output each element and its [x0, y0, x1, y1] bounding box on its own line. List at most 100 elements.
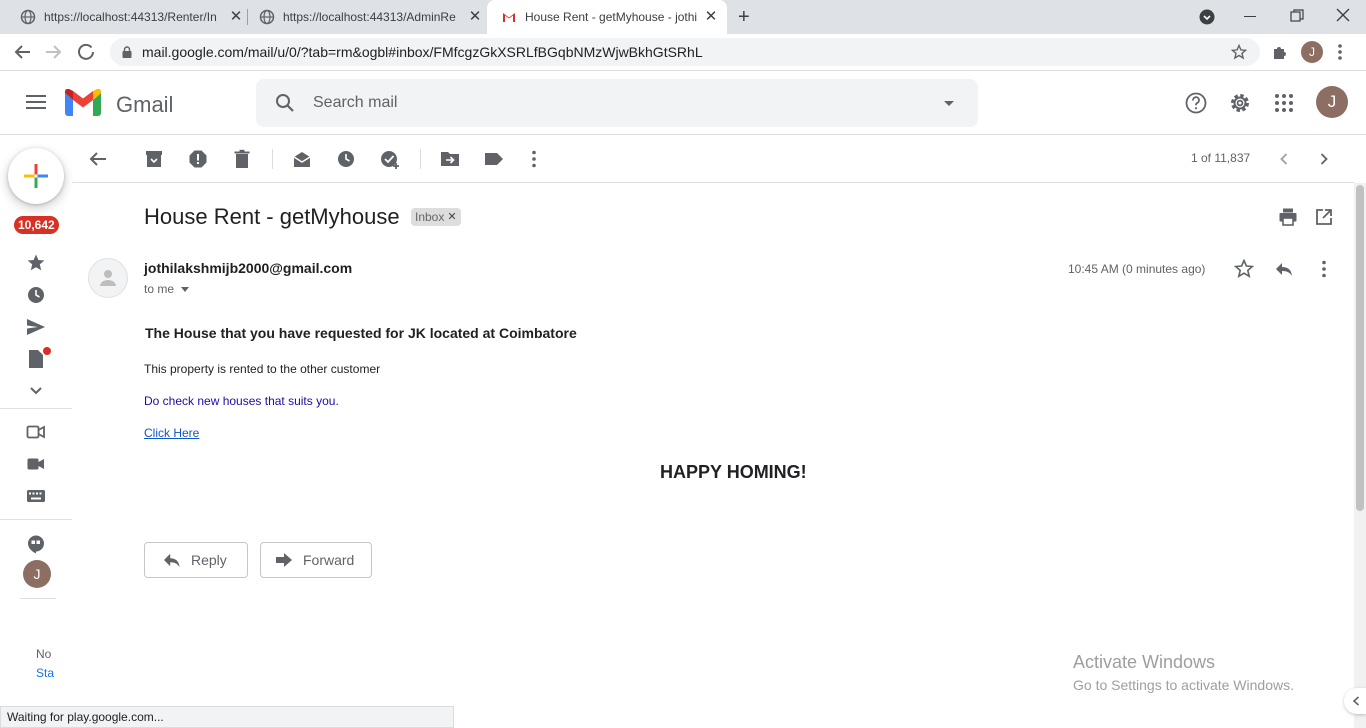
starred-icon[interactable] [26, 253, 46, 273]
back-to-inbox-icon[interactable] [88, 149, 108, 169]
email-body-closing: HAPPY HOMING! [660, 462, 807, 482]
chat-status-text: No [36, 647, 52, 661]
loading-stop-icon[interactable] [77, 43, 95, 61]
remove-label-icon[interactable]: ✕ [447, 208, 456, 226]
browser-status-bar: Waiting for play.google.com... [0, 706, 454, 728]
toolbar-separator [272, 149, 273, 169]
open-in-new-window-icon[interactable] [1315, 208, 1333, 226]
snooze-clock-icon[interactable] [336, 149, 356, 169]
delete-trash-icon[interactable] [232, 149, 252, 169]
star-message-icon[interactable] [1234, 259, 1254, 279]
chat-start-link[interactable]: Sta [36, 666, 54, 680]
help-icon[interactable] [1185, 92, 1207, 114]
gmail-logo-icon[interactable] [65, 89, 101, 116]
url-text: mail.google.com/mail/u/0/?tab=rm&ogbl#in… [142, 44, 703, 60]
label-chip-text: Inbox [415, 210, 445, 224]
search-options-icon[interactable] [943, 100, 955, 107]
inbox-unread-badge: 10,642 [14, 216, 59, 234]
hangouts-chat-icon[interactable] [26, 534, 46, 554]
sender-avatar[interactable] [88, 258, 128, 298]
newer-chevron-left-icon[interactable] [1274, 149, 1294, 169]
meet-video-icon[interactable] [26, 454, 46, 474]
report-spam-icon[interactable] [188, 149, 208, 169]
show-side-panel-button[interactable] [1344, 688, 1366, 714]
forward-icon[interactable] [45, 44, 63, 60]
forward-arrow-icon [276, 553, 292, 567]
browser-tab[interactable]: https://localhost:44313/AdminRe ✕ [259, 0, 483, 34]
compose-button[interactable] [8, 148, 64, 204]
globe-icon [20, 9, 36, 25]
show-details-chevron-icon[interactable] [181, 287, 190, 293]
click-here-link[interactable]: Click Here [144, 426, 199, 440]
plus-compose-icon [24, 164, 48, 188]
reply-icon[interactable] [1274, 259, 1294, 279]
older-chevron-right-icon[interactable] [1314, 149, 1334, 169]
lock-icon [122, 46, 132, 58]
browser-tab[interactable]: https://localhost:44313/Renter/In ✕ [20, 0, 244, 34]
forward-button-label: Forward [303, 552, 355, 568]
email-body-heading: The House that you have requested for JK… [145, 325, 577, 341]
tab-search-icon[interactable] [1199, 9, 1215, 25]
snoozed-clock-icon[interactable] [26, 285, 46, 305]
message-timestamp: 10:45 AM (0 minutes ago) [1068, 262, 1206, 276]
print-icon[interactable] [1278, 207, 1298, 227]
tab-title: https://localhost:44313/AdminRe [283, 10, 456, 24]
more-chevron-down-icon[interactable] [26, 381, 46, 401]
archive-icon[interactable] [144, 149, 164, 169]
search-input[interactable]: Search mail [313, 94, 397, 112]
new-tab-icon[interactable]: + [738, 7, 758, 27]
browser-tab-active[interactable]: House Rent - getMyhouse - jothi ✕ [487, 0, 727, 34]
add-to-tasks-icon[interactable] [380, 149, 400, 169]
globe-icon [259, 9, 275, 25]
search-icon[interactable] [275, 93, 295, 113]
account-avatar[interactable]: J [1316, 86, 1348, 118]
keyboard-icon[interactable] [26, 486, 46, 506]
gmail-favicon-icon [503, 13, 515, 22]
rail-divider [20, 598, 56, 599]
close-tab-icon[interactable]: ✕ [703, 9, 719, 25]
email-subject: House Rent - getMyhouse [144, 204, 400, 229]
tab-title: House Rent - getMyhouse - jothi [525, 10, 697, 24]
close-window-icon[interactable] [1336, 8, 1350, 22]
extensions-puzzle-icon[interactable] [1272, 44, 1288, 60]
close-tab-icon[interactable]: ✕ [228, 9, 244, 25]
close-tab-icon[interactable]: ✕ [467, 9, 483, 25]
forward-button[interactable]: Forward [260, 542, 372, 578]
main-menu-icon[interactable] [26, 94, 46, 110]
reply-button-label: Reply [191, 552, 227, 568]
address-bar[interactable]: mail.google.com/mail/u/0/?tab=rm&ogbl#in… [110, 38, 1260, 66]
activate-windows-title: Activate Windows [1073, 652, 1216, 672]
reply-button[interactable]: Reply [144, 542, 248, 578]
move-to-icon[interactable] [440, 149, 460, 169]
message-counter: 1 of 11,837 [1191, 151, 1251, 165]
drafts-notification-dot [43, 347, 51, 355]
browser-menu-icon[interactable] [1338, 43, 1342, 61]
settings-gear-icon[interactable] [1229, 92, 1251, 114]
inbox-label-chip[interactable]: Inbox ✕ [411, 208, 461, 226]
activate-windows-subtitle: Go to Settings to activate Windows. [1073, 677, 1294, 693]
browser-profile-avatar[interactable]: J [1301, 41, 1323, 63]
search-bar[interactable]: Search mail [256, 79, 978, 127]
message-more-options-icon[interactable] [1314, 259, 1334, 279]
new-meeting-icon[interactable] [26, 422, 46, 442]
sender-email[interactable]: jothilakshmijb2000@gmail.com [144, 260, 352, 276]
mark-as-unread-icon[interactable] [292, 149, 312, 169]
restore-icon[interactable] [1290, 9, 1304, 23]
minimize-icon[interactable] [1244, 16, 1256, 17]
bookmark-star-icon[interactable] [1231, 44, 1247, 60]
browser-tab-strip: https://localhost:44313/Renter/In ✕ http… [0, 0, 1366, 34]
message-toolbar: 1 of 11,837 [72, 135, 1354, 183]
toolbar-separator [420, 149, 421, 169]
scrollbar-thumb[interactable] [1356, 185, 1364, 511]
rail-divider [0, 519, 72, 520]
vertical-scrollbar[interactable] [1354, 183, 1366, 728]
person-icon [100, 270, 116, 286]
sent-icon[interactable] [26, 317, 46, 337]
recipient-details[interactable]: to me [144, 282, 190, 296]
chat-user-avatar[interactable]: J [23, 560, 51, 588]
back-icon[interactable] [13, 44, 31, 60]
label-tag-icon[interactable] [484, 149, 504, 169]
gmail-wordmark: Gmail [116, 92, 174, 117]
apps-grid-icon[interactable] [1275, 94, 1293, 112]
more-options-icon[interactable] [524, 149, 544, 169]
